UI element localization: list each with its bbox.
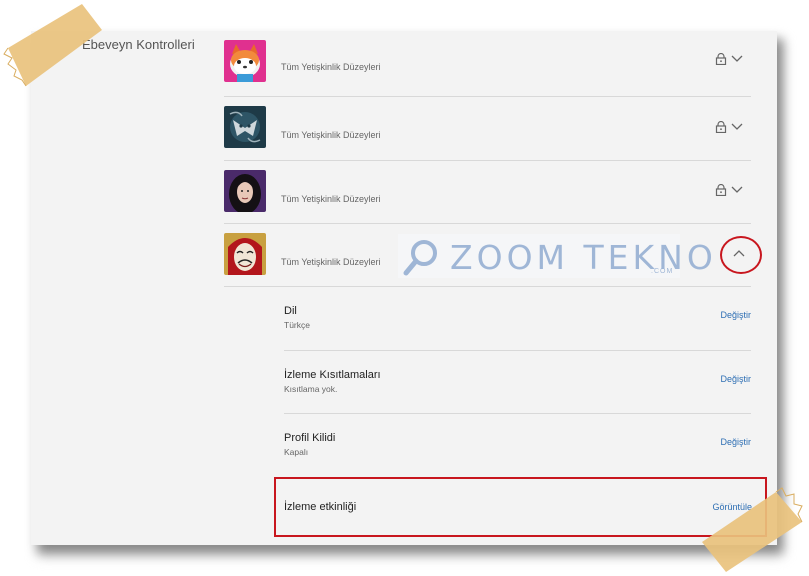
maturity-label: Tüm Yetişkinlik Düzeyleri xyxy=(281,257,381,267)
chevron-down-icon[interactable] xyxy=(731,123,743,131)
divider xyxy=(284,413,751,414)
row-controls[interactable] xyxy=(715,184,747,198)
watermark-sub: .COM xyxy=(651,268,674,275)
setting-title: İzleme Kısıtlamaları xyxy=(284,369,381,381)
setting-value: Kısıtlama yok. xyxy=(284,384,338,394)
chevron-down-icon[interactable] xyxy=(731,55,743,63)
chevron-down-icon[interactable] xyxy=(731,186,743,194)
tape-decoration xyxy=(3,4,102,87)
row-controls[interactable] xyxy=(715,121,747,135)
witcher-medallion-avatar xyxy=(224,106,266,148)
magnifier-icon xyxy=(403,240,437,276)
profile-row[interactable]: Tüm Yetişkinlik Düzeyleri xyxy=(224,33,751,97)
maturity-label: Tüm Yetişkinlik Düzeyleri xyxy=(281,130,381,140)
setting-viewing-restrictions: İzleme Kısıtlamaları Kısıtlama yok. Deği… xyxy=(284,369,751,432)
change-language-link[interactable]: Değiştir xyxy=(720,310,751,320)
lock-icon xyxy=(715,53,727,65)
maturity-label: Tüm Yetişkinlik Düzeyleri xyxy=(281,62,381,72)
watermark: ZOOM TEKNO .COM xyxy=(398,234,713,278)
setting-title: Profil Kilidi xyxy=(284,432,336,444)
row-controls[interactable] xyxy=(715,53,747,67)
setting-title: Dil xyxy=(284,305,297,317)
lock-icon xyxy=(715,121,727,133)
red-panda-avatar xyxy=(224,40,266,82)
lock-icon xyxy=(715,184,727,196)
watermark-text: ZOOM TEKNO xyxy=(450,238,717,277)
change-restrictions-link[interactable]: Değiştir xyxy=(720,374,751,384)
tape-decoration xyxy=(702,487,803,572)
setting-language: Dil Türkçe Değiştir xyxy=(284,305,751,368)
setting-value: Kapalı xyxy=(284,447,309,457)
change-profile-lock-link[interactable]: Değiştir xyxy=(720,437,751,447)
chevron-highlight-circle xyxy=(720,236,762,274)
profile-row[interactable]: Tüm Yetişkinlik Düzeyleri xyxy=(224,97,751,161)
dark-haired-woman-avatar xyxy=(224,170,266,212)
maturity-label: Tüm Yetişkinlik Düzeyleri xyxy=(281,194,381,204)
profile-row[interactable]: Tüm Yetişkinlik Düzeyleri xyxy=(224,160,751,224)
setting-value: Türkçe xyxy=(284,320,310,330)
dali-mask-avatar xyxy=(224,233,266,275)
divider xyxy=(284,350,751,351)
